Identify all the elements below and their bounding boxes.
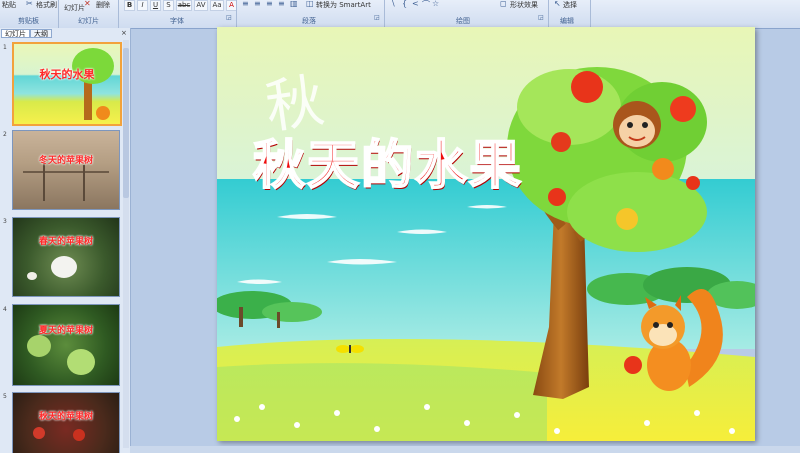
- shape-effects-icon[interactable]: ◻: [500, 0, 507, 8]
- slides-panel: 幻灯片 大纲 × 1 秋天的水果 2 冬天的苹果树 3 春天的苹果树 4 夏天的…: [0, 28, 131, 453]
- change-case-button[interactable]: Aa: [210, 0, 224, 11]
- char-spacing-button[interactable]: AV: [194, 0, 208, 11]
- apple-illustration: [33, 427, 45, 439]
- group-label-slides: 幻灯片: [78, 17, 99, 25]
- apple-illustration: [73, 429, 85, 441]
- slide-number: 1: [3, 44, 7, 51]
- thumb-title: 冬天的苹果树: [38, 156, 93, 166]
- scrollbar-thumb[interactable]: [123, 48, 129, 198]
- group-separator: [58, 0, 59, 28]
- tree-trunk: [43, 161, 45, 201]
- group-label-paragraph: 段落: [302, 17, 316, 25]
- bold-button[interactable]: B: [124, 0, 135, 11]
- close-icon[interactable]: ×: [121, 29, 127, 38]
- smartart-icon[interactable]: ◫: [306, 0, 314, 8]
- format-painter-button[interactable]: 格式刷: [36, 0, 57, 10]
- group-separator: [548, 0, 549, 28]
- new-slide-button[interactable]: 幻灯片: [64, 3, 85, 13]
- panel-tabs: 幻灯片 大纲: [1, 29, 52, 38]
- thumb-title: 秋天的苹果树: [38, 412, 93, 422]
- thumb-title: 春天的苹果树: [38, 237, 93, 247]
- align-center-icon[interactable]: ≡: [254, 0, 261, 8]
- group-label-drawing: 绘图: [456, 17, 470, 25]
- align-left-icon[interactable]: ≡: [242, 0, 249, 8]
- group-label-clipboard: 剪贴板: [18, 17, 39, 25]
- tab-outline[interactable]: 大纲: [30, 29, 52, 38]
- group-label-font: 字体: [170, 17, 184, 25]
- star-shape-icon[interactable]: ☆: [432, 0, 439, 8]
- squirrel-illustration: [96, 106, 110, 120]
- group-separator: [236, 0, 237, 28]
- slide-number: 2: [3, 131, 7, 138]
- apple-illustration: [27, 335, 51, 357]
- thumb-title: 秋天的水果: [39, 68, 95, 81]
- delete-button[interactable]: 删除: [96, 0, 110, 10]
- select-button[interactable]: 选择: [563, 0, 577, 10]
- curve-shape-icon[interactable]: ⌒: [422, 0, 430, 10]
- slide-title[interactable]: 秋天的水果: [252, 123, 523, 198]
- strikethrough-button[interactable]: abc: [176, 0, 192, 11]
- slide-number: 3: [3, 218, 7, 225]
- group-separator: [590, 0, 591, 28]
- select-arrow-icon[interactable]: ↖: [554, 0, 561, 8]
- slide-thumbnail[interactable]: 冬天的苹果树: [12, 130, 120, 210]
- align-right-icon[interactable]: ≡: [266, 0, 273, 8]
- slide-number: 4: [3, 306, 7, 313]
- font-dialog-launcher-icon[interactable]: ◲: [226, 14, 232, 21]
- slide-thumbnail[interactable]: 春天的苹果树: [12, 217, 120, 297]
- font-format-toolbar: B I U S abc AV Aa A: [124, 0, 237, 12]
- bracket-shape-icon[interactable]: {: [402, 0, 407, 8]
- tab-slides[interactable]: 幻灯片: [1, 29, 30, 38]
- justify-icon[interactable]: ≡: [278, 0, 285, 8]
- blossom-illustration: [51, 256, 77, 278]
- group-label-editing: 编辑: [560, 17, 574, 25]
- apple-illustration: [67, 349, 95, 375]
- scissors-icon[interactable]: ✂: [26, 0, 33, 8]
- group-separator: [384, 0, 385, 28]
- tree-trunk: [83, 165, 85, 201]
- paragraph-dialog-launcher-icon[interactable]: ◲: [374, 14, 380, 21]
- monkey-illustration: [613, 101, 661, 149]
- shadow-button[interactable]: S: [163, 0, 174, 11]
- paste-button[interactable]: 粘贴: [2, 0, 16, 10]
- branches: [23, 171, 109, 173]
- panel-scrollbar[interactable]: [123, 40, 129, 448]
- slide-thumbnail[interactable]: 秋天的水果: [12, 42, 122, 126]
- delete-icon[interactable]: ✕: [84, 0, 91, 8]
- slide-thumbnail[interactable]: 夏天的苹果树: [12, 304, 120, 386]
- underline-button[interactable]: U: [150, 0, 161, 11]
- slide-thumbnail[interactable]: 秋天的苹果树: [12, 392, 120, 453]
- columns-icon[interactable]: ▥: [290, 0, 298, 8]
- shape-effects-button[interactable]: 形状效果: [510, 0, 538, 10]
- angle-shape-icon[interactable]: <: [412, 0, 419, 8]
- convert-smartart-button[interactable]: 转换为 SmartArt: [316, 0, 371, 10]
- drawing-dialog-launcher-icon[interactable]: ◲: [538, 14, 544, 21]
- slide-number: 5: [3, 393, 7, 400]
- group-separator: [118, 0, 119, 28]
- thumb-title: 夏天的苹果树: [38, 326, 93, 336]
- ribbon: 粘贴 ✂ 格式刷 幻灯片 ✕ 删除 B I U S abc AV Aa A ≡ …: [0, 0, 800, 29]
- blossom-illustration: [27, 272, 37, 280]
- meadow-shade: [217, 363, 547, 441]
- butterfly-illustration: [336, 345, 364, 353]
- italic-button[interactable]: I: [137, 0, 148, 11]
- slide-canvas[interactable]: 秋 秋天的水果: [217, 27, 755, 441]
- status-bar: [130, 446, 800, 453]
- line-shape-icon[interactable]: \: [392, 0, 395, 8]
